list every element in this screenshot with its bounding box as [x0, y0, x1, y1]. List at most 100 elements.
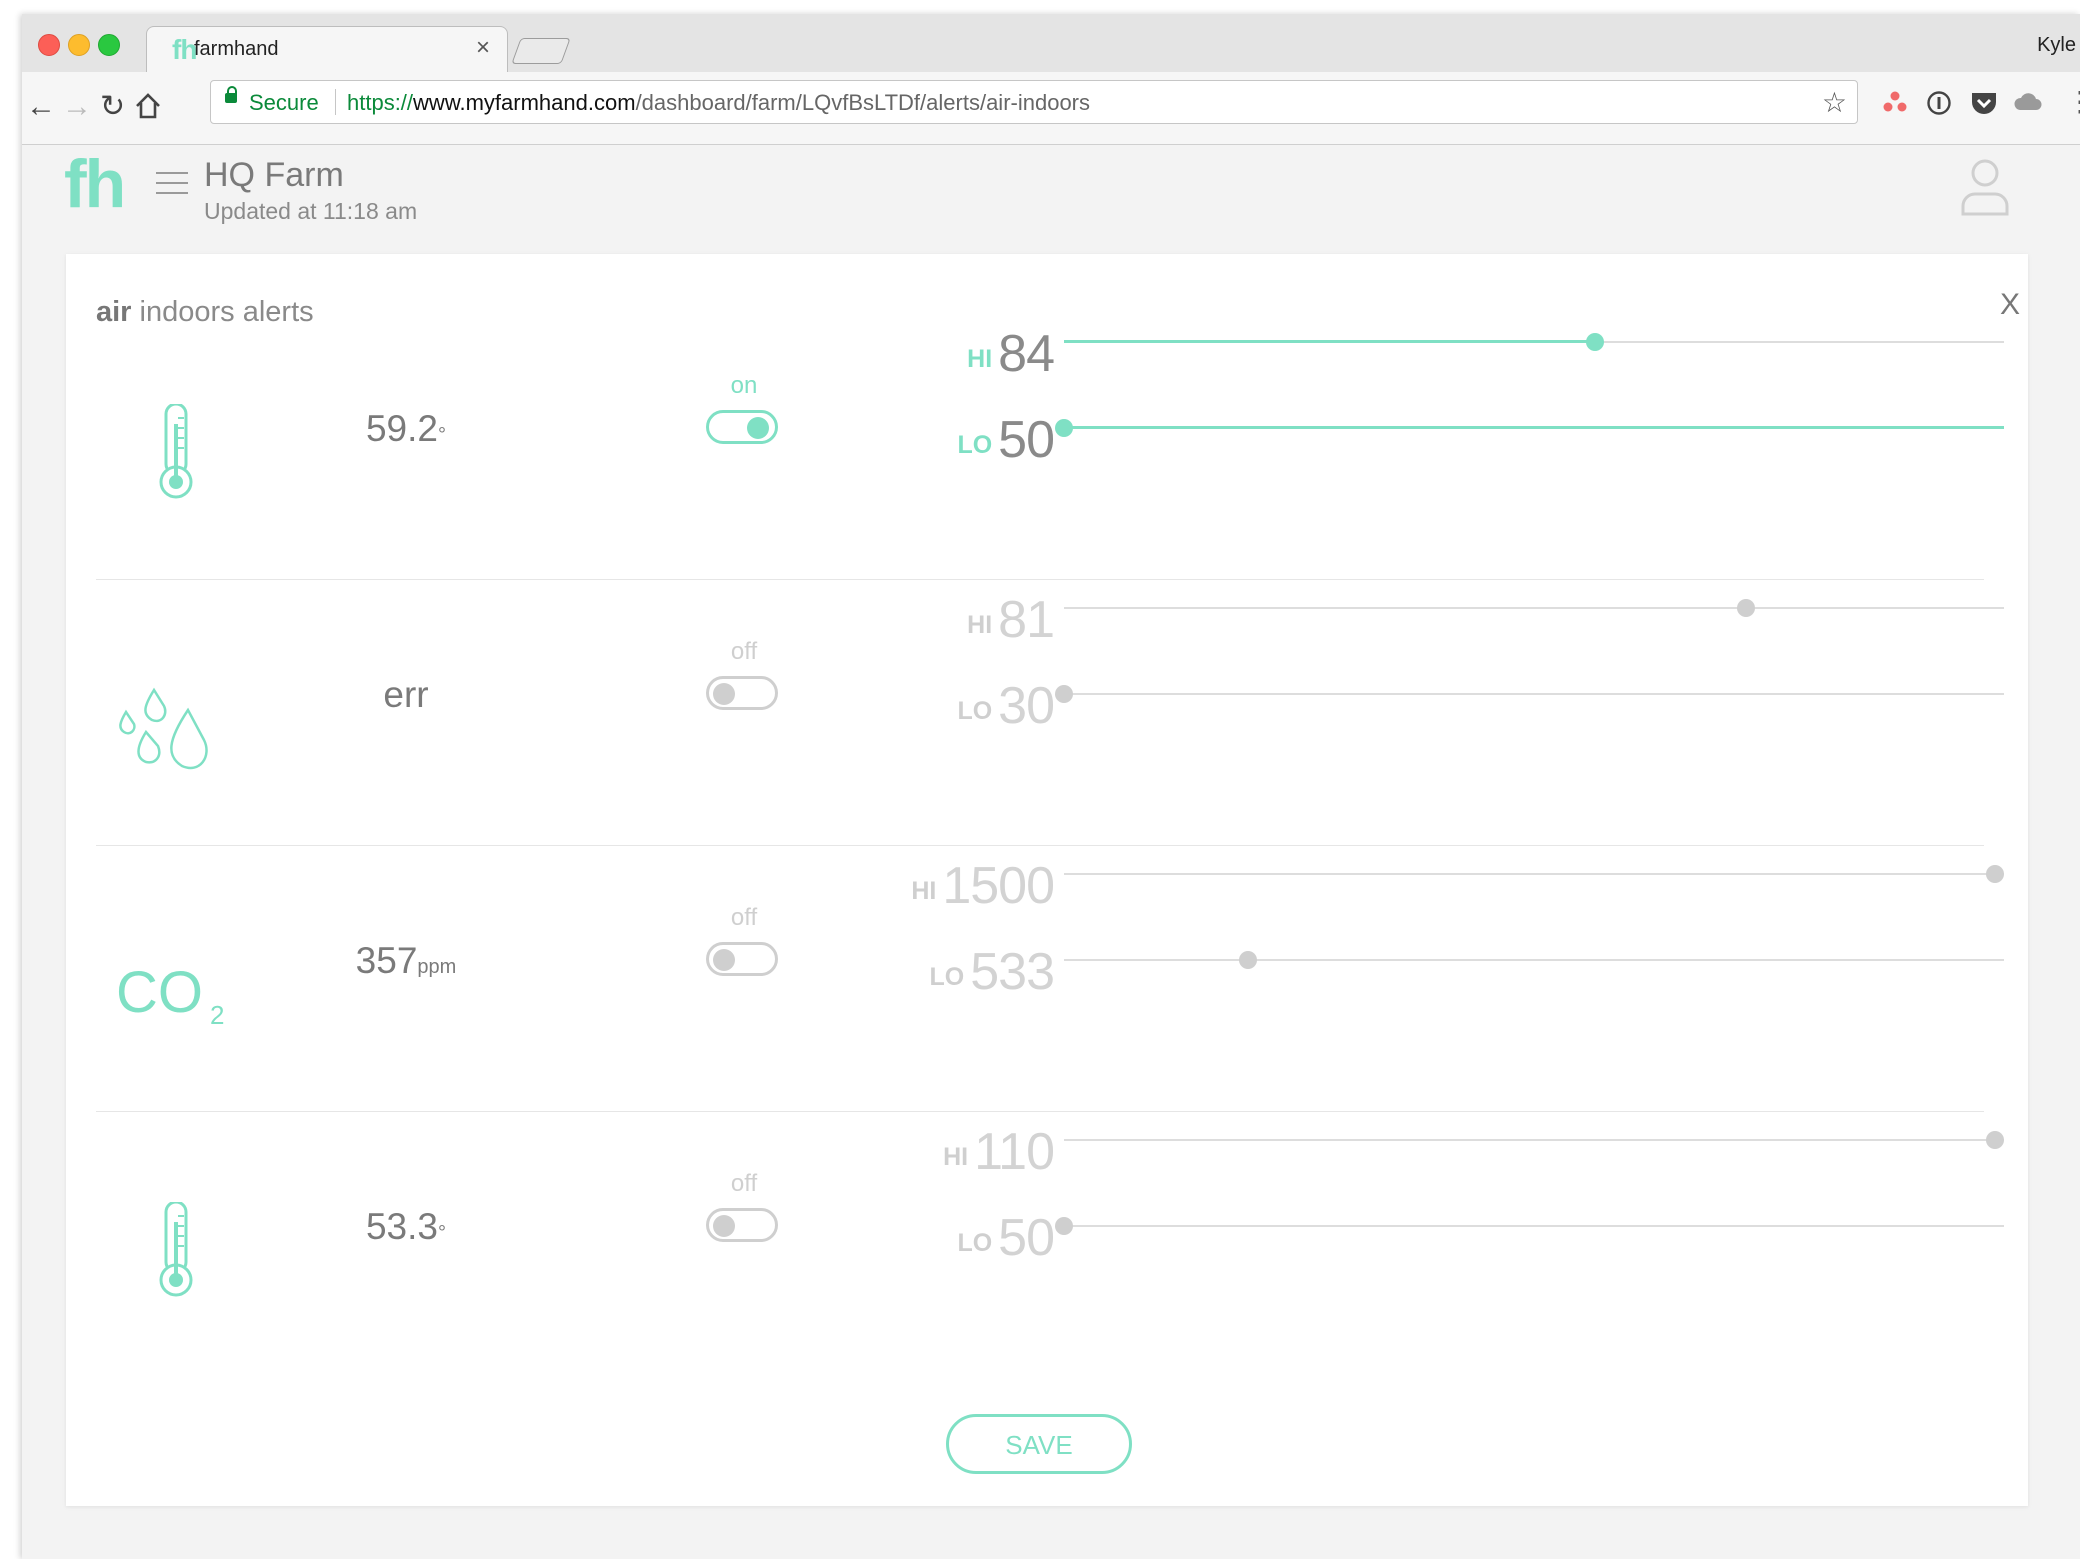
close-window-button[interactable]: [38, 34, 60, 56]
slider-handle[interactable]: [1239, 951, 1258, 969]
farmhand-logo[interactable]: fh: [64, 150, 126, 218]
slider-track[interactable]: [1064, 693, 2004, 695]
home-icon[interactable]: [134, 92, 162, 120]
tab-title[interactable]: farmhand: [194, 38, 279, 61]
url-host: www.myfarmhand.com: [413, 90, 636, 115]
lo-tag: LO: [957, 697, 993, 725]
sensor-reading: 357ppm: [316, 940, 496, 982]
profile-name[interactable]: Kyle: [2037, 34, 2076, 57]
lo-value: 533: [970, 943, 1055, 1001]
asana-extension-icon[interactable]: [1882, 90, 1908, 114]
browser-toolbar: ← → ↻ Secure https://www.myfarmhand.com/…: [22, 72, 2080, 145]
alert-row: 53.3° off HI 110 LO 50: [96, 1112, 2004, 1378]
alerts-card: air indoors alerts X 59.2° on HI 84 LO 50 err o…: [66, 254, 2028, 1506]
hi-threshold: HI 84: [824, 324, 1055, 384]
bookmark-star-icon[interactable]: ☆: [1822, 86, 1847, 119]
toggle-label: off: [730, 1170, 758, 1197]
slider-handle[interactable]: [1736, 599, 1755, 617]
alert-row: CO 2 357ppm off HI 1500 LO 533: [96, 846, 2004, 1112]
hi-slider[interactable]: [1064, 854, 2004, 894]
slider-track[interactable]: [1064, 873, 2004, 875]
reading-value: 53.3: [365, 1206, 438, 1247]
slider-track[interactable]: [1064, 607, 2004, 609]
slider-handle[interactable]: [1985, 865, 2004, 883]
reload-icon[interactable]: ↻: [100, 92, 125, 122]
reading-unit: °: [438, 424, 446, 446]
alert-toggle[interactable]: [706, 1208, 778, 1242]
hi-tag: HI: [967, 345, 993, 373]
slider-track[interactable]: [1064, 959, 2004, 961]
reading-value: 59.2: [365, 408, 438, 449]
cloud-extension-icon[interactable]: [2014, 90, 2042, 114]
browser-menu-icon[interactable]: ⋮: [2066, 88, 2080, 116]
thermometer-icon: [116, 402, 256, 504]
hi-slider[interactable]: [1064, 322, 2004, 362]
toggle-label: off: [730, 904, 758, 931]
lo-slider[interactable]: [1055, 408, 2004, 448]
alert-toggle[interactable]: [706, 410, 778, 444]
sensor-reading: err: [316, 674, 496, 716]
hi-threshold: HI 81: [824, 590, 1055, 650]
hi-slider[interactable]: [1064, 588, 2004, 628]
alert-row: err off HI 81 LO 30: [96, 580, 2004, 846]
save-button[interactable]: SAVE: [946, 1414, 1132, 1474]
hi-value: 110: [974, 1123, 1055, 1181]
sensor-reading: 53.3°: [316, 1206, 496, 1248]
updated-timestamp: Updated at 11:18 am: [204, 198, 418, 224]
lo-value: 50: [998, 1209, 1055, 1267]
hi-threshold: HI 110: [824, 1122, 1055, 1182]
hi-threshold: HI 1500: [824, 856, 1055, 916]
back-icon[interactable]: ←: [26, 92, 56, 122]
minimize-window-button[interactable]: [68, 34, 90, 56]
slider-track[interactable]: [1064, 1225, 2004, 1227]
address-bar[interactable]: Secure https://www.myfarmhand.com/dashbo…: [210, 80, 1858, 124]
lo-threshold: LO 50: [824, 1208, 1055, 1268]
user-profile-icon[interactable]: [1960, 156, 2010, 220]
farm-name: HQ Farm: [204, 156, 344, 194]
hi-value: 84: [998, 325, 1055, 383]
forward-icon[interactable]: →: [62, 92, 92, 122]
alert-toggle[interactable]: [706, 942, 778, 976]
lo-threshold: LO 30: [824, 676, 1055, 736]
slider-handle[interactable]: [1055, 685, 1073, 703]
hi-slider[interactable]: [1064, 1120, 2004, 1160]
slider-handle[interactable]: [1055, 1217, 1073, 1235]
slider-handle[interactable]: [1985, 1131, 2004, 1149]
svg-text:CO: CO: [116, 960, 203, 1025]
lo-slider[interactable]: [1055, 1206, 2004, 1246]
reading-value: 357: [355, 940, 418, 981]
thermometer-icon: [116, 1200, 256, 1302]
toggle-label: off: [730, 638, 758, 665]
close-card-button[interactable]: X: [2000, 288, 2020, 322]
menu-icon[interactable]: [156, 172, 188, 202]
maximize-window-button[interactable]: [98, 34, 120, 56]
omnibox-divider: [335, 89, 336, 115]
hi-value: 1500: [942, 857, 1055, 915]
toggle-knob: [747, 417, 769, 439]
sensor-reading: 59.2°: [316, 408, 496, 450]
tab-strip: fh farmhand × Kyle: [22, 14, 2080, 73]
new-tab-button[interactable]: [511, 38, 571, 64]
url-text[interactable]: https://www.myfarmhand.com/dashboard/far…: [347, 90, 1090, 116]
water-drops-icon: [116, 670, 256, 770]
slider-handle[interactable]: [1055, 419, 1073, 437]
hi-tag: HI: [943, 1143, 969, 1171]
lo-value: 30: [998, 677, 1055, 735]
lo-threshold: LO 533: [824, 942, 1055, 1002]
slider-track[interactable]: [1064, 1139, 2004, 1141]
slider-fill: [1064, 340, 1596, 343]
lo-slider[interactable]: [1064, 940, 2004, 980]
toggle-knob: [713, 949, 735, 971]
reading-value: err: [383, 674, 429, 715]
co2-icon: CO 2: [116, 936, 256, 1036]
alert-row: 59.2° on HI 84 LO 50: [96, 314, 2004, 580]
tab-close-icon[interactable]: ×: [476, 36, 490, 60]
password-manager-icon[interactable]: [1926, 90, 1952, 116]
lo-slider[interactable]: [1055, 674, 2004, 714]
url-scheme: https://: [347, 90, 414, 115]
hi-value: 81: [998, 591, 1055, 649]
hi-tag: HI: [967, 611, 993, 639]
alert-toggle[interactable]: [706, 676, 778, 710]
pocket-icon[interactable]: [1970, 90, 1998, 116]
slider-handle[interactable]: [1586, 333, 1605, 351]
